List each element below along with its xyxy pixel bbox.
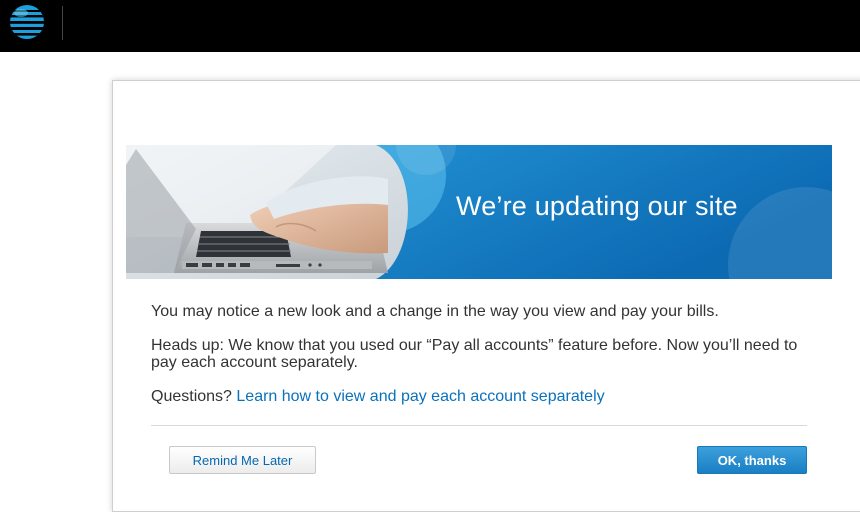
banner-title: We’re updating our site [456,191,738,221]
questions-label: Questions? [151,388,232,405]
pay-all-accounts-message: Heads up: We know that you used our “Pay… [151,337,798,371]
questions-line: Questions? Learn how to view and pay eac… [151,388,811,405]
ok-thanks-button[interactable]: OK, thanks [697,446,807,474]
att-globe-icon[interactable] [8,4,46,40]
new-look-message: You may notice a new look and a change i… [151,303,719,320]
dialog-divider [151,425,807,426]
remind-me-later-button[interactable]: Remind Me Later [169,446,316,474]
learn-how-link[interactable]: Learn how to view and pay each account s… [236,388,604,405]
site-update-dialog: We’re updating our site You may notice a… [112,80,860,512]
site-update-banner: We’re updating our site [126,145,832,279]
header-divider [62,6,63,40]
top-navigation-bar [0,0,860,52]
